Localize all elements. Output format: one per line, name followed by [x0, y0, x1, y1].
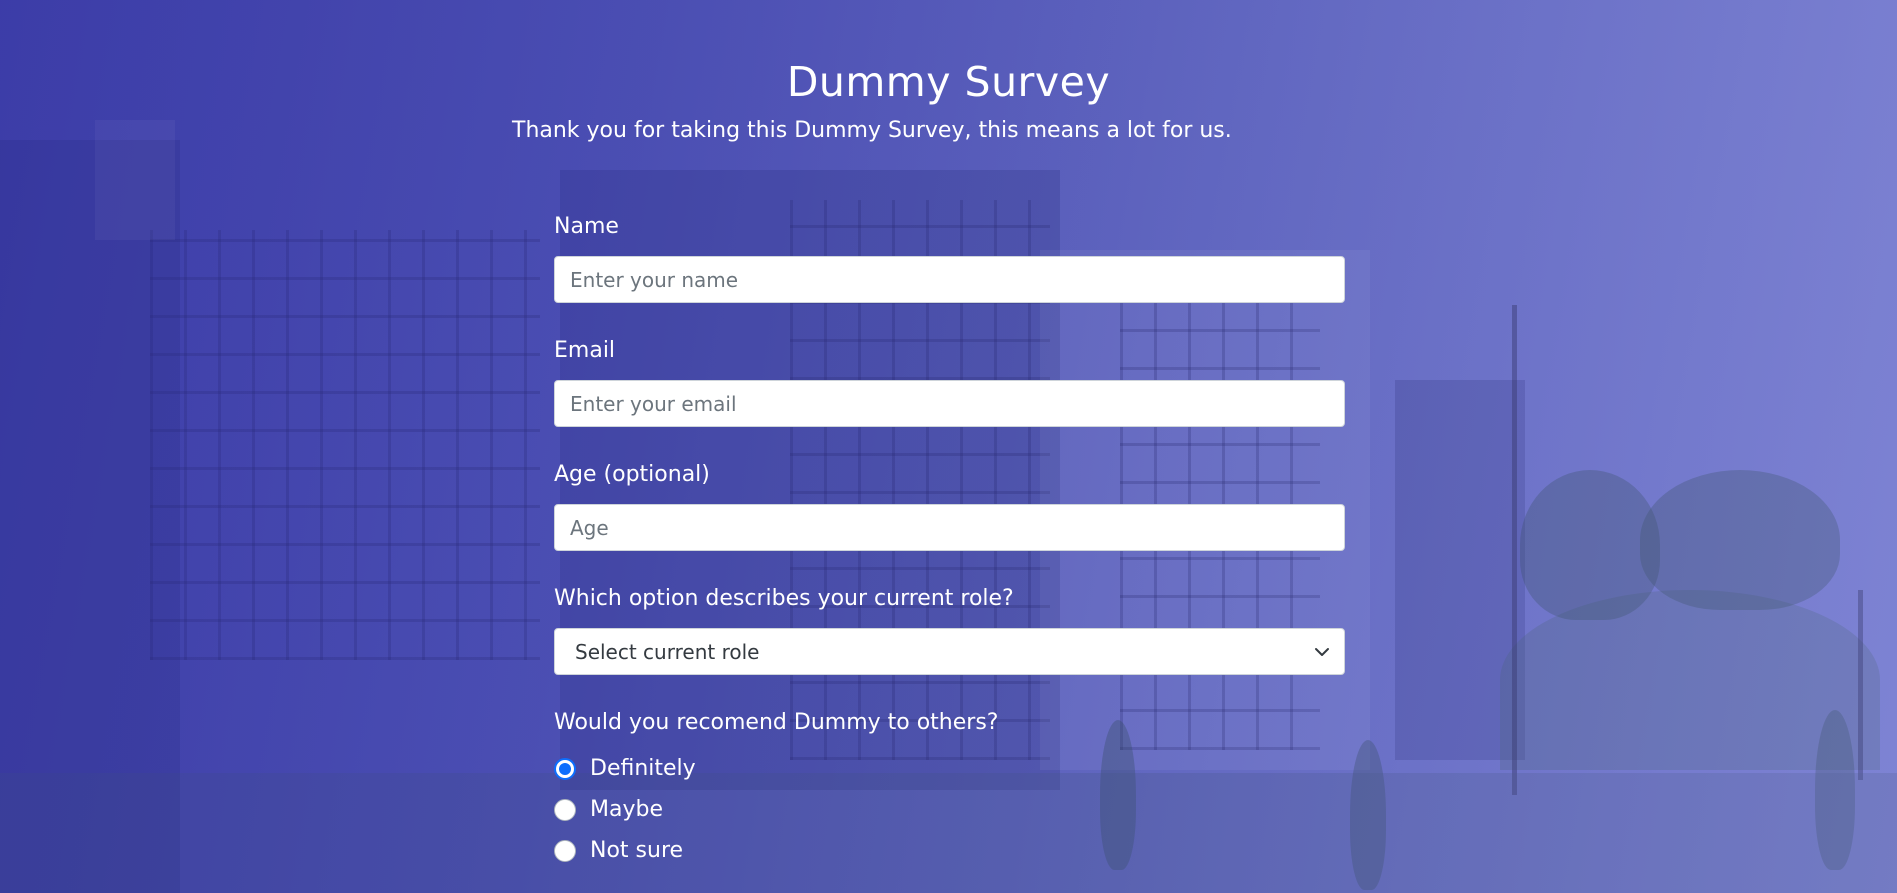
- radio-button[interactable]: [554, 757, 576, 780]
- name-input[interactable]: [554, 256, 1345, 303]
- role-select-value: Select current role: [575, 639, 760, 664]
- radio-label: Maybe: [590, 797, 663, 822]
- name-label: Name: [554, 214, 619, 239]
- age-label: Age (optional): [554, 462, 710, 487]
- radio-option-definitely[interactable]: Definitely: [554, 756, 696, 781]
- email-label: Email: [554, 338, 616, 363]
- radio-button[interactable]: [554, 798, 576, 821]
- radio-option-maybe[interactable]: Maybe: [554, 797, 663, 822]
- role-label: Which option describes your current role…: [554, 586, 1014, 611]
- radio-label: Not sure: [590, 838, 684, 863]
- page-subtitle: Thank you for taking this Dummy Survey, …: [512, 118, 1232, 143]
- age-input[interactable]: [554, 504, 1345, 551]
- role-select[interactable]: Select current role: [554, 628, 1345, 675]
- page-title: Dummy Survey: [786, 58, 1111, 106]
- survey-page: Dummy Survey Thank you for taking this D…: [0, 0, 1897, 893]
- radio-button[interactable]: [554, 839, 576, 862]
- recommend-label: Would you recomend Dummy to others?: [554, 710, 999, 735]
- radio-label: Definitely: [590, 756, 696, 781]
- email-input[interactable]: [554, 380, 1345, 427]
- chevron-down-icon: [1315, 647, 1329, 656]
- radio-option-not-sure[interactable]: Not sure: [554, 838, 683, 863]
